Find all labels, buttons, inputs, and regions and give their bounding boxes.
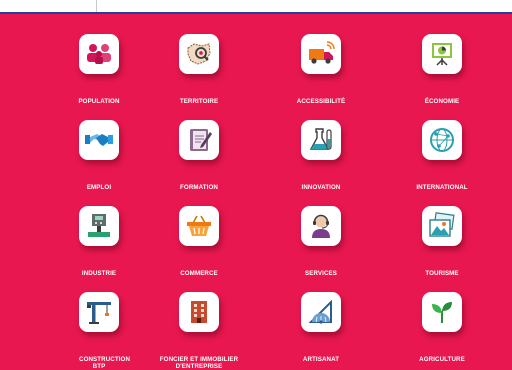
tile-foncier-immobilier[interactable]: FONCIER ET IMMOBILIER D'ENTREPRISE [139, 282, 259, 370]
population-icon [79, 34, 119, 74]
tile-territoire[interactable]: TERRITOIRE [139, 24, 259, 110]
tile-label: ARTISANAT [302, 356, 340, 363]
tile-accessibilite[interactable]: ACCESSIBILITÉ [261, 24, 381, 110]
call-center-agent-icon [301, 206, 341, 246]
tile-international[interactable]: INTERNATIONAL [382, 110, 502, 196]
shopping-basket-icon [179, 206, 219, 246]
tile-tourisme[interactable]: TOURISME [382, 196, 502, 282]
tile-label: INTERNATIONAL [416, 184, 468, 191]
tile-label: AGRICULTURE [419, 356, 465, 363]
tile-label: SERVICES [305, 270, 337, 277]
territory-map-icon [179, 34, 219, 74]
tile-label: TOURISME [425, 270, 459, 277]
tile-label: ÉCONOMIE [424, 98, 460, 105]
notebook-pen-icon [179, 120, 219, 160]
category-grid: POPULATION TERRITOIRE ACCESSIBILITÉ ÉCON… [0, 14, 512, 370]
tile-label: INNOVATION [301, 184, 341, 191]
tile-commerce[interactable]: COMMERCE [139, 196, 259, 282]
tile-artisanat[interactable]: ARTISANAT [261, 282, 381, 368]
tile-label: COMMERCE [180, 270, 218, 277]
tile-economie[interactable]: ÉCONOMIE [382, 24, 502, 110]
sprout-icon [422, 292, 462, 332]
tile-innovation[interactable]: INNOVATION [261, 110, 381, 196]
tile-agriculture[interactable]: AGRICULTURE [382, 282, 502, 368]
tile-formation[interactable]: FORMATION [139, 110, 259, 196]
truck-icon [301, 34, 341, 74]
office-building-icon [179, 292, 219, 332]
landscape-photos-icon [422, 206, 462, 246]
tile-label: FORMATION [180, 184, 218, 191]
globe-network-icon [422, 120, 462, 160]
tile-services[interactable]: SERVICES [261, 196, 381, 282]
top-bar [0, 0, 512, 14]
crane-icon [79, 292, 119, 332]
tile-label: ACCESSIBILITÉ [296, 98, 346, 105]
presentation-chart-icon [422, 34, 462, 74]
handshake-icon [79, 120, 119, 160]
lab-flask-icon [301, 120, 341, 160]
industrial-machine-icon [79, 206, 119, 246]
drafting-tools-icon [301, 292, 341, 332]
tile-label: FONCIER ET IMMOBILIER D'ENTREPRISE [159, 356, 239, 370]
tile-label: TERRITOIRE [179, 98, 219, 105]
